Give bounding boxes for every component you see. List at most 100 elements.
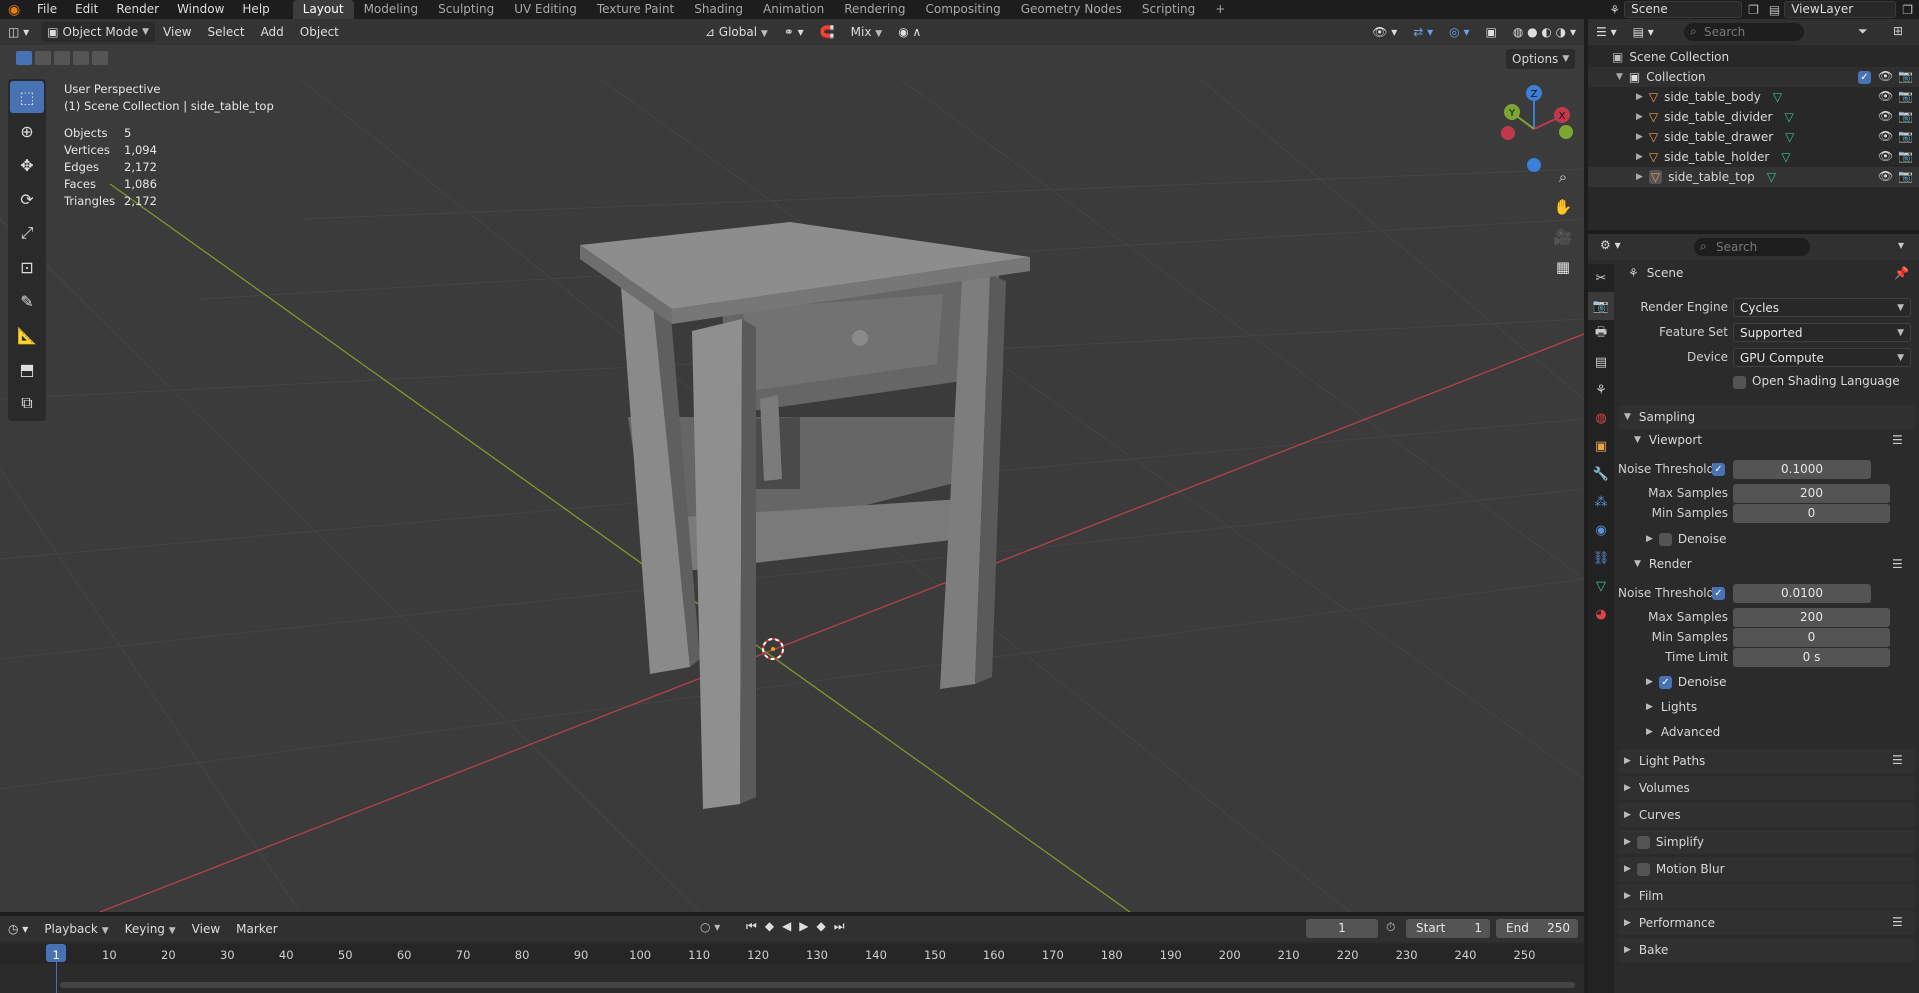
auto-keying-icon[interactable]: ○ ▾ — [700, 920, 720, 934]
new-collection-icon[interactable]: ⊞ — [1893, 24, 1903, 38]
new-view-layer-icon[interactable]: ❐ — [1902, 3, 1913, 17]
start-frame-field[interactable]: Start 1 — [1406, 919, 1490, 938]
timeline-editor-icon[interactable]: ◷ ▾ — [0, 919, 36, 939]
camera-icon[interactable]: 📷 — [1898, 69, 1913, 83]
outliner-search-input[interactable]: Search — [1684, 23, 1804, 41]
scene-icon[interactable]: ⚘ — [1609, 3, 1620, 17]
lights-subpanel[interactable]: ▶ Lights — [1646, 700, 1697, 714]
tool-tab-icon[interactable]: ✂ — [1588, 264, 1614, 292]
scale-tool-icon[interactable]: ⤢ — [10, 217, 44, 249]
menu-select[interactable]: Select — [200, 22, 253, 42]
outliner-object-row[interactable]: ▶ ▽ side_table_divider ▽ 👁 📷 — [1588, 107, 1919, 127]
chevron-right-icon[interactable]: ▶ — [1636, 152, 1643, 162]
shading-modes-icon[interactable]: ◍ ● ◐ ◑ ▾ — [1505, 22, 1584, 42]
playback-menu[interactable]: Playback ▼ — [36, 919, 116, 939]
chevron-right-icon[interactable]: ▶ — [1636, 132, 1643, 142]
outliner-scene-collection[interactable]: ▣ Scene Collection — [1588, 47, 1919, 67]
camera-icon[interactable]: 📷 — [1898, 149, 1913, 163]
min-samples-field[interactable]: 0 — [1733, 627, 1890, 647]
tab-texture-paint[interactable]: Texture Paint — [587, 0, 684, 19]
modifier-tab-icon[interactable]: 🔧 — [1588, 460, 1614, 488]
denoise-checkbox[interactable] — [1658, 532, 1672, 546]
current-frame-field[interactable]: 1 — [1306, 919, 1378, 938]
chevron-down-icon[interactable]: ▾ — [1898, 238, 1904, 252]
filter-icon[interactable]: ⏷ — [1858, 24, 1868, 39]
bake-panel[interactable]: ▶ Bake — [1618, 938, 1915, 962]
view-layer-icon[interactable]: ▤ — [1769, 3, 1780, 17]
outliner-object-row[interactable]: ▶ ▽ side_table_holder ▽ 👁 📷 — [1588, 147, 1919, 167]
jump-start-icon[interactable]: ⏮ — [746, 919, 757, 934]
scene-selector[interactable]: Scene — [1624, 1, 1743, 18]
eye-icon[interactable]: 👁 — [1878, 69, 1893, 83]
view-layer-selector[interactable]: ViewLayer — [1784, 1, 1897, 18]
scene-tab-icon[interactable]: ⚘ — [1588, 376, 1614, 404]
physics-tab-icon[interactable]: ◉ — [1588, 516, 1614, 544]
view-layer-tab-icon[interactable]: ▤ — [1588, 348, 1614, 376]
chevron-right-icon[interactable]: ▶ — [1636, 172, 1643, 182]
eye-icon[interactable]: 👁 — [1878, 109, 1893, 123]
blender-logo-icon[interactable]: ◉ — [8, 3, 22, 17]
render-subpanel-header[interactable]: ▼ Render — [1634, 557, 1692, 571]
feature-set-dropdown[interactable]: Supported ▼ — [1733, 322, 1911, 342]
camera-icon[interactable]: 📷 — [1898, 109, 1913, 123]
proportional-editing-icon[interactable]: ◉ ∧ — [890, 22, 929, 42]
noise-threshold-field[interactable]: 0.1000 — [1733, 459, 1871, 479]
select-new-icon[interactable] — [16, 51, 32, 65]
next-keyframe-icon[interactable]: ◆ — [817, 919, 826, 934]
tab-shading[interactable]: Shading — [684, 0, 753, 19]
outliner-object-row[interactable]: ▶ ▽ side_table_drawer ▽ 👁 📷 — [1588, 127, 1919, 147]
tab-rendering[interactable]: Rendering — [834, 0, 915, 19]
advanced-subpanel[interactable]: ▶ Advanced — [1646, 725, 1720, 739]
render-engine-dropdown[interactable]: Cycles ▼ — [1733, 297, 1911, 317]
device-dropdown[interactable]: GPU Compute ▼ — [1733, 347, 1911, 367]
render-denoise-row[interactable]: ▶ ✓ Denoise — [1646, 675, 1726, 689]
new-scene-icon[interactable]: ❐ — [1748, 3, 1759, 17]
jump-end-icon[interactable]: ⏭ — [834, 919, 845, 934]
outliner-collection[interactable]: ▼ ▣ Collection ✓ 👁 📷 — [1588, 67, 1919, 87]
outliner-editor-icon[interactable]: ☰ ▾ — [1588, 22, 1625, 42]
denoise-checkbox[interactable]: ✓ — [1658, 675, 1672, 689]
chevron-right-icon[interactable]: ▶ — [1636, 92, 1643, 102]
add-workspace-button[interactable]: + — [1205, 0, 1235, 19]
camera-view-icon[interactable]: 🎥 — [1550, 224, 1576, 250]
film-panel[interactable]: ▶ Film — [1618, 884, 1915, 908]
properties-search-input[interactable]: Search — [1694, 238, 1810, 256]
cursor-tool-icon[interactable]: ⊕ — [10, 115, 44, 147]
transform-tool-icon[interactable]: ⊡ — [10, 251, 44, 283]
menu-window[interactable]: Window — [168, 0, 233, 19]
annotate-tool-icon[interactable]: ✎ — [10, 285, 44, 317]
menu-add[interactable]: Add — [253, 22, 292, 42]
ortho-toggle-icon[interactable]: ▦ — [1550, 254, 1576, 280]
measure-tool-icon[interactable]: 📐 — [10, 319, 44, 351]
list-icon[interactable]: ☰ — [1892, 915, 1903, 929]
tab-geometry-nodes[interactable]: Geometry Nodes — [1011, 0, 1132, 19]
play-reverse-icon[interactable]: ◀ — [782, 919, 791, 934]
select-intersect-icon[interactable] — [92, 51, 108, 65]
tab-modeling[interactable]: Modeling — [354, 0, 429, 19]
menu-object[interactable]: Object — [292, 22, 347, 42]
tab-uv-editing[interactable]: UV Editing — [504, 0, 587, 19]
menu-edit[interactable]: Edit — [66, 0, 107, 19]
select-subtract-icon[interactable] — [54, 51, 70, 65]
outliner-object-row-active[interactable]: ▶ ▽ side_table_top ▽ 👁 📷 — [1588, 167, 1919, 187]
chevron-down-icon[interactable]: ▼ — [1616, 72, 1623, 82]
keying-menu[interactable]: Keying ▼ — [117, 919, 184, 939]
eye-icon[interactable]: 👁 — [1878, 169, 1893, 183]
3d-viewport[interactable]: ◫ ▾ ▣ Object Mode ▼ View Select Add Obje… — [0, 19, 1584, 912]
transform-orientation-dropdown[interactable]: ⊿ Global ▼ — [697, 22, 776, 42]
particles-tab-icon[interactable]: ⁂ — [1588, 488, 1614, 516]
move-tool-icon[interactable]: ✥ — [10, 149, 44, 181]
display-mode-icon[interactable]: ▤ ▾ — [1625, 22, 1662, 42]
object-mode-dropdown[interactable]: ▣ Object Mode ▼ — [41, 22, 156, 42]
menu-render[interactable]: Render — [107, 0, 168, 19]
overlay-toggle-icon[interactable]: ◎ ▾ — [1441, 22, 1477, 42]
transform-pivot-tool-icon[interactable]: ⧉ — [10, 387, 44, 419]
pivot-point-icon[interactable]: ⚭ ▾ — [776, 22, 812, 42]
time-limit-field[interactable]: 0 s — [1733, 647, 1890, 667]
material-tab-icon[interactable]: ◕ — [1588, 600, 1614, 628]
tab-scripting[interactable]: Scripting — [1132, 0, 1205, 19]
motion-blur-checkbox[interactable] — [1636, 862, 1650, 876]
tab-sculpting[interactable]: Sculpting — [428, 0, 504, 19]
list-icon[interactable]: ☰ — [1892, 557, 1903, 571]
object-tab-icon[interactable]: ▣ — [1588, 432, 1614, 460]
